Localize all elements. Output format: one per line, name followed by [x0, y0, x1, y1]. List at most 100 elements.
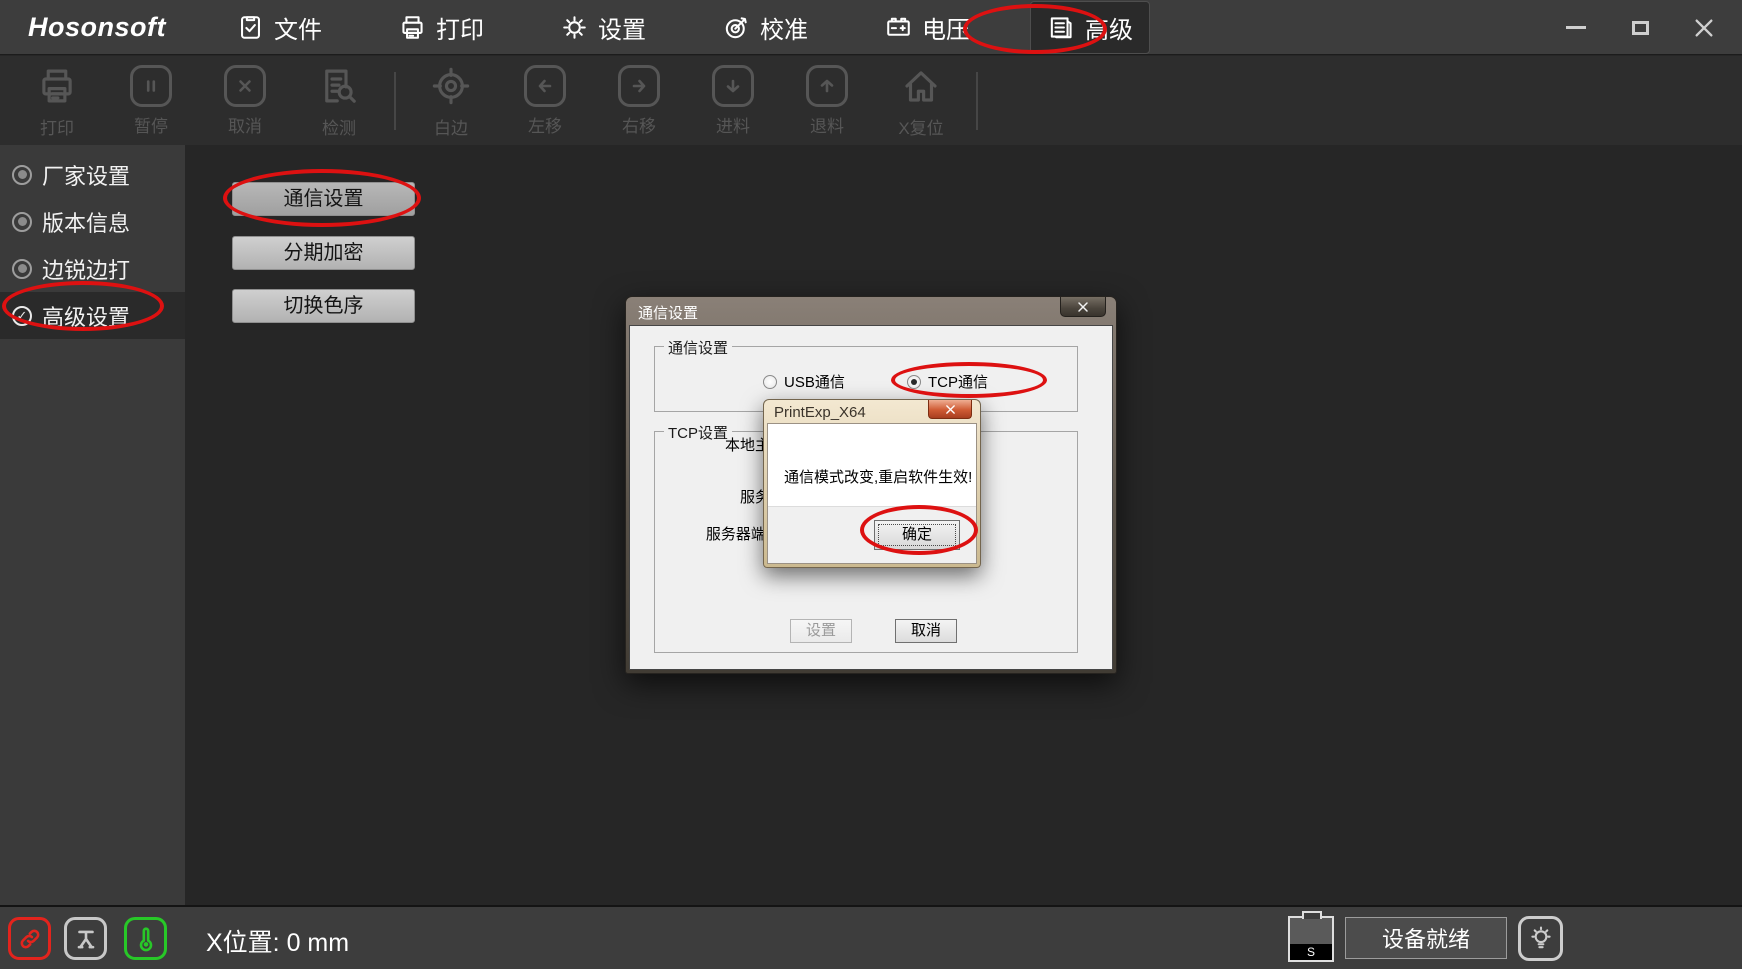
menu-item-label: 校准	[760, 10, 808, 45]
toolbar-button-x-reset[interactable]: X复位	[880, 63, 962, 139]
messagebox-close-icon[interactable]	[928, 400, 972, 419]
sidebar-item-edge-sharp-print[interactable]: 边锐边打	[0, 245, 185, 292]
toolbar-button-white-edge[interactable]: 白边	[410, 63, 492, 139]
device-status-badge[interactable]: 设备就绪	[1345, 917, 1507, 959]
menu-item-settings[interactable]: 设置	[544, 2, 662, 53]
clipboard-check-icon	[236, 13, 265, 42]
arrow-up-icon	[806, 65, 848, 107]
menu-item-label: 设置	[598, 10, 646, 45]
toolbar-divider	[394, 72, 396, 130]
menu-item-print[interactable]: 打印	[382, 2, 500, 53]
menu-item-voltage[interactable]: 电压	[868, 2, 986, 53]
toolbar-button-detect[interactable]: 检测	[298, 63, 380, 139]
pause-icon	[130, 65, 172, 107]
detect-icon	[316, 63, 362, 109]
menu-bar: Hosonsoft 文件 打印 设置 校准 电压 高级	[0, 0, 1742, 55]
x-position-label: X位置: 0 mm	[206, 923, 349, 959]
staged-encryption-button[interactable]: 分期加密	[232, 236, 415, 270]
toolbar-button-move-left[interactable]: 左移	[504, 65, 586, 137]
toolbar-button-label: 打印	[40, 114, 74, 139]
toolbar-button-print[interactable]: 打印	[16, 63, 98, 139]
light-bulb-icon[interactable]	[1518, 916, 1563, 961]
radio-label: TCP通信	[928, 371, 988, 392]
toolbar-button-label: 白边	[434, 114, 468, 139]
crosshair-icon	[428, 63, 474, 109]
status-connection-icon[interactable]	[8, 917, 51, 960]
app-logo: Hosonsoft	[28, 12, 178, 43]
radio-icon	[12, 259, 32, 279]
maximize-icon[interactable]	[1628, 16, 1652, 40]
gear-icon	[560, 13, 589, 42]
toolbar-button-label: 退料	[810, 112, 844, 137]
toolbar-divider	[976, 72, 978, 130]
radio-label: USB通信	[784, 371, 845, 392]
status-temperature-icon[interactable]	[124, 917, 167, 960]
radio-icon	[12, 212, 32, 232]
menu-item-calibration[interactable]: 校准	[706, 2, 824, 53]
list-icon	[1047, 13, 1076, 42]
sidebar-item-label: 高级设置	[42, 300, 130, 332]
toolbar-button-label: 检测	[322, 114, 356, 139]
battery-icon	[884, 13, 913, 42]
ok-button[interactable]: 确定	[874, 520, 960, 550]
switch-color-order-button[interactable]: 切换色序	[232, 289, 415, 323]
radio-icon	[907, 375, 921, 389]
menu-item-file[interactable]: 文件	[220, 2, 338, 53]
toolbar: 打印 暂停 取消 检测 白边 左移 右移 进料 退料 X复位	[0, 56, 1742, 145]
minimize-icon[interactable]	[1564, 16, 1588, 40]
ink-level-icon: S	[1288, 916, 1334, 962]
radio-icon	[763, 375, 777, 389]
messagebox-footer: 确定	[768, 506, 976, 563]
sidebar-item-advanced-settings[interactable]: 高级设置	[0, 292, 185, 339]
sidebar-item-label: 边锐边打	[42, 253, 130, 285]
status-bar: X位置: 0 mm S 设备就绪	[0, 905, 1742, 969]
printer-icon	[398, 13, 427, 42]
menu-item-label: 高级	[1085, 10, 1133, 45]
comm-settings-button[interactable]: 通信设置	[232, 182, 415, 216]
cancel-button[interactable]: 取消	[895, 619, 957, 643]
ink-letter: S	[1290, 944, 1332, 960]
radio-tcp-comm[interactable]: TCP通信	[907, 371, 988, 392]
main-menu: 文件 打印 设置 校准 电压 高级	[220, 1, 1150, 54]
arrow-down-icon	[712, 65, 754, 107]
toolbar-button-label: 右移	[622, 112, 656, 137]
cancel-icon	[224, 65, 266, 107]
toolbar-button-move-right[interactable]: 右移	[598, 65, 680, 137]
menu-item-advanced[interactable]: 高级	[1030, 1, 1150, 54]
sidebar-item-label: 版本信息	[42, 206, 130, 238]
close-icon[interactable]	[1692, 16, 1716, 40]
printexp-messagebox: PrintExp_X64 通信模式改变,重启软件生效! 确定	[763, 399, 981, 568]
menu-item-label: 打印	[436, 10, 484, 45]
menu-item-label: 电压	[922, 10, 970, 45]
toolbar-button-feed-out[interactable]: 退料	[786, 65, 868, 137]
radio-icon	[12, 306, 32, 326]
window-controls	[1564, 0, 1716, 55]
dialog-title: 通信设置	[626, 297, 1116, 323]
toolbar-button-feed-in[interactable]: 进料	[692, 65, 774, 137]
home-icon	[898, 63, 944, 109]
arrow-left-icon	[524, 65, 566, 107]
toolbar-button-label: 左移	[528, 112, 562, 137]
status-carriage-icon[interactable]	[64, 917, 107, 960]
dialog-close-icon[interactable]	[1060, 297, 1106, 317]
toolbar-button-label: 进料	[716, 112, 750, 137]
sidebar: 厂家设置版本信息边锐边打高级设置	[0, 145, 185, 906]
sidebar-item-factory-settings[interactable]: 厂家设置	[0, 151, 185, 198]
apply-button[interactable]: 设置	[790, 619, 852, 643]
toolbar-button-label: X复位	[898, 114, 943, 139]
groupbox-label: 通信设置	[664, 337, 732, 358]
messagebox-message: 通信模式改变,重启软件生效!	[784, 466, 972, 487]
toolbar-button-cancel[interactable]: 取消	[204, 65, 286, 137]
arrow-right-icon	[618, 65, 660, 107]
target-icon	[722, 13, 751, 42]
messagebox-client: 通信模式改变,重启软件生效! 确定	[767, 423, 977, 564]
toolbar-button-pause[interactable]: 暂停	[110, 65, 192, 137]
sidebar-item-label: 厂家设置	[42, 159, 130, 191]
printer-icon	[34, 63, 80, 109]
toolbar-button-label: 取消	[228, 112, 262, 137]
application-window: Hosonsoft 文件打印设置校准电压高级 打印暂停取消检测白边左移右移进料退…	[0, 0, 1742, 969]
menu-item-label: 文件	[274, 10, 322, 45]
sidebar-item-version-info[interactable]: 版本信息	[0, 198, 185, 245]
radio-usb-comm[interactable]: USB通信	[763, 371, 845, 392]
toolbar-button-label: 暂停	[134, 112, 168, 137]
